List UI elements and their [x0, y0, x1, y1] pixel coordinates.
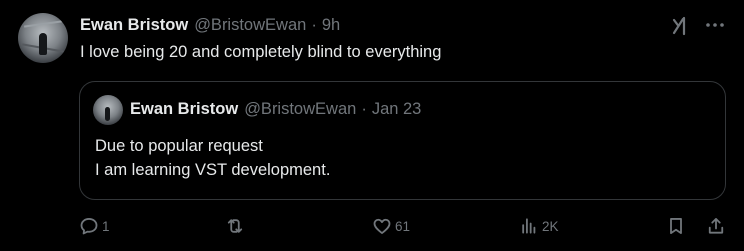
action-bar: 1 61 2K — [79, 214, 726, 238]
repost-icon — [225, 216, 245, 236]
tweet-text: I love being 20 and completely blind to … — [80, 43, 442, 61]
tweet-header: Ewan Bristow @BristowEwan · 9h — [80, 14, 340, 36]
like-button[interactable]: 61 — [372, 214, 410, 238]
quoted-text-line: I am learning VST development. — [95, 161, 331, 179]
quoted-separator-dot: · — [361, 100, 367, 118]
views-count: 2K — [542, 218, 559, 234]
reply-count: 1 — [102, 218, 110, 234]
share-button[interactable] — [706, 214, 726, 238]
views-button[interactable]: 2K — [519, 214, 559, 238]
post-time[interactable]: 9h — [322, 16, 340, 35]
reply-icon — [79, 216, 99, 236]
avatar[interactable] — [18, 13, 68, 63]
quoted-text-line: Due to popular request — [95, 137, 263, 155]
quoted-avatar — [93, 95, 123, 125]
quoted-tweet[interactable]: Ewan Bristow @BristowEwan · Jan 23 Due t… — [79, 81, 726, 200]
separator-dot: · — [311, 15, 317, 34]
quoted-author-name: Ewan Bristow — [130, 100, 239, 118]
like-count: 61 — [395, 218, 411, 234]
bookmark-icon — [666, 216, 686, 236]
quoted-header: Ewan Bristow @BristowEwan · Jan 23 — [130, 100, 421, 119]
repost-button[interactable] — [225, 214, 248, 238]
grok-icon[interactable] — [669, 13, 693, 37]
reply-button[interactable]: 1 — [79, 214, 110, 238]
author-handle[interactable]: @BristowEwan — [194, 16, 306, 35]
views-icon — [519, 216, 539, 236]
quoted-author-handle: @BristowEwan — [244, 100, 357, 118]
quoted-text: Due to popular request I am learning VST… — [95, 134, 330, 182]
bookmark-button[interactable] — [666, 214, 686, 238]
author-name[interactable]: Ewan Bristow — [80, 16, 188, 35]
quoted-date: Jan 23 — [371, 100, 422, 118]
share-icon — [706, 216, 726, 236]
heart-icon — [372, 216, 392, 236]
more-icon[interactable] — [703, 13, 727, 37]
